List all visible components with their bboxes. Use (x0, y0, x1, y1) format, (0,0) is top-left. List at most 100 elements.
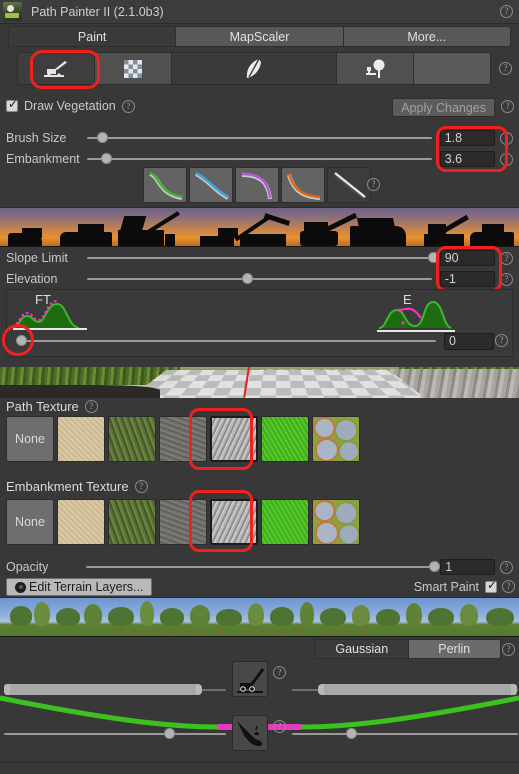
mode-feather[interactable] (171, 52, 337, 85)
slope-limit-label: Slope Limit (6, 251, 68, 265)
elevation-slider[interactable] (86, 273, 432, 284)
histogram-value[interactable]: 0 (444, 333, 494, 350)
tab-mapscaler[interactable]: MapScaler (175, 26, 344, 47)
histogram-right-graph (378, 300, 452, 329)
embankment-swatch-none[interactable]: None (6, 499, 54, 545)
elevation-value[interactable]: -1 (439, 271, 495, 287)
tab-bar: Paint MapScaler More... (8, 26, 511, 47)
help-icon-modebar[interactable]: ? (499, 62, 512, 75)
embankment-knob[interactable] (100, 153, 112, 164)
apply-changes-button[interactable]: Apply Changes (392, 98, 495, 117)
draw-vegetation-label: Draw Vegetation (24, 99, 116, 113)
path-painter-window: Path Painter II (2.1.0b3) ? Paint MapSca… (0, 0, 519, 774)
histogram-left-graph (12, 299, 80, 329)
embankment-texture-header: Embankment Texture ? (6, 479, 148, 494)
embankment-texture-swatches: None (6, 499, 360, 545)
elevation-label: Elevation (6, 272, 58, 286)
draw-vegetation-checkbox[interactable] (6, 97, 18, 112)
embankment-swatch-light-rock[interactable] (210, 499, 258, 545)
embankment-swatch-sand[interactable] (57, 499, 105, 545)
noise-gaussian-button[interactable]: Gaussian (315, 639, 409, 659)
excavator-icon (44, 60, 67, 77)
help-icon-embankment-texture[interactable]: ? (134, 480, 148, 493)
help-icon-profile-top[interactable]: ? (273, 666, 286, 679)
embankment-swatch-dark-gravel[interactable] (159, 499, 207, 545)
histogram-slider[interactable] (16, 335, 436, 346)
brush-profile-purple[interactable] (235, 167, 279, 203)
brush-profile-orange[interactable] (281, 167, 325, 203)
elevation-row: Elevation -1 ? (6, 271, 513, 287)
embankment-texture-label: Embankment Texture (6, 479, 129, 494)
path-swatch-sand[interactable] (57, 416, 105, 462)
help-icon-smart-paint[interactable]: ? (502, 580, 515, 593)
path-swatch-dark-gravel[interactable] (159, 416, 207, 462)
smart-paint-label: Smart Paint (413, 580, 479, 594)
brush-size-value[interactable]: 1.8 (439, 130, 495, 146)
help-icon-brush-profile[interactable]: ? (367, 178, 380, 191)
embankment-value[interactable]: 3.6 (439, 151, 495, 167)
embankment-row: Embankment 3.6 ? (6, 151, 513, 167)
brush-profile-linear[interactable] (327, 167, 371, 203)
help-icon-profile-bottom[interactable]: ? (273, 720, 286, 733)
path-swatch-grass-dirt[interactable] (108, 416, 156, 462)
draw-vegetation-row: Draw Vegetation ? (6, 97, 135, 113)
help-icon-brush-size[interactable]: ? (500, 131, 513, 145)
path-swatch-light-rock[interactable] (210, 416, 258, 462)
profile-right-knob[interactable] (346, 728, 358, 739)
slope-limit-knob[interactable] (428, 252, 440, 263)
brush-size-knob[interactable] (97, 132, 109, 143)
help-icon-vegetation[interactable]: ? (121, 99, 135, 113)
mode-texture[interactable] (94, 52, 172, 85)
profile-left-knob-slider[interactable] (4, 728, 226, 739)
path-painter-logo (3, 2, 22, 21)
path-swatch-bright-green[interactable] (261, 416, 309, 462)
help-icon-noise[interactable]: ? (502, 643, 515, 656)
brush-size-slider[interactable] (86, 132, 432, 143)
path-swatch-cobblestone[interactable] (312, 416, 360, 462)
help-icon-opacity[interactable]: ? (500, 560, 513, 574)
bottom-divider (0, 762, 519, 763)
mode-tree-stamp[interactable] (336, 52, 414, 85)
tree-preview-image (0, 597, 519, 637)
smart-paint-checkbox[interactable] (485, 578, 497, 593)
profile-left-knob[interactable] (163, 728, 175, 739)
brush-profile-green[interactable] (143, 167, 187, 203)
tab-more[interactable]: More... (342, 26, 511, 47)
slope-limit-value[interactable]: 90 (439, 250, 495, 266)
embankment-slider[interactable] (86, 153, 432, 164)
embankment-swatch-grass-dirt[interactable] (108, 499, 156, 545)
help-icon-slope-limit[interactable]: ? (500, 251, 513, 265)
mode-excavator[interactable] (17, 52, 95, 85)
embankment-swatch-bright-green[interactable] (261, 499, 309, 545)
help-icon-apply[interactable]: ? (501, 100, 514, 113)
profile-right-knob-slider[interactable] (292, 728, 518, 739)
noise-perlin-button[interactable]: Perlin (407, 639, 501, 659)
histogram-baseline-right (377, 330, 455, 332)
profile-top-icon-button[interactable] (232, 661, 268, 697)
opacity-slider[interactable] (86, 561, 440, 572)
opacity-label: Opacity (6, 560, 49, 574)
help-icon-path-texture[interactable]: ? (84, 400, 98, 413)
mode-blank[interactable] (413, 52, 491, 85)
slope-limit-slider[interactable] (86, 252, 440, 263)
profile-bottom-icon-button[interactable] (232, 715, 268, 751)
elevation-knob[interactable] (242, 273, 254, 284)
opacity-knob[interactable] (428, 561, 440, 572)
path-swatch-none[interactable]: None (6, 416, 54, 462)
help-icon-histogram[interactable]: ? (495, 334, 508, 347)
histogram-knob[interactable] (16, 335, 27, 346)
help-icon[interactable]: ? (500, 5, 513, 18)
path-texture-header: Path Texture ? (6, 399, 98, 414)
edit-terrain-layers-button[interactable]: Edit Terrain Layers... (6, 578, 153, 596)
help-icon-elevation[interactable]: ? (500, 272, 513, 286)
help-icon-embankment[interactable]: ? (500, 152, 513, 166)
brush-profile-blue[interactable] (189, 167, 233, 203)
brush-profile-presets: ? (143, 167, 380, 203)
construction-banner-image (0, 207, 519, 247)
embankment-swatch-cobblestone[interactable] (312, 499, 360, 545)
opacity-value[interactable]: 1 (440, 559, 495, 575)
histogram-panel: FT E 0 ? (6, 289, 513, 357)
smart-paint-row: Smart Paint (413, 578, 497, 594)
tab-paint[interactable]: Paint (8, 26, 177, 47)
path-texture-label: Path Texture (6, 399, 79, 414)
